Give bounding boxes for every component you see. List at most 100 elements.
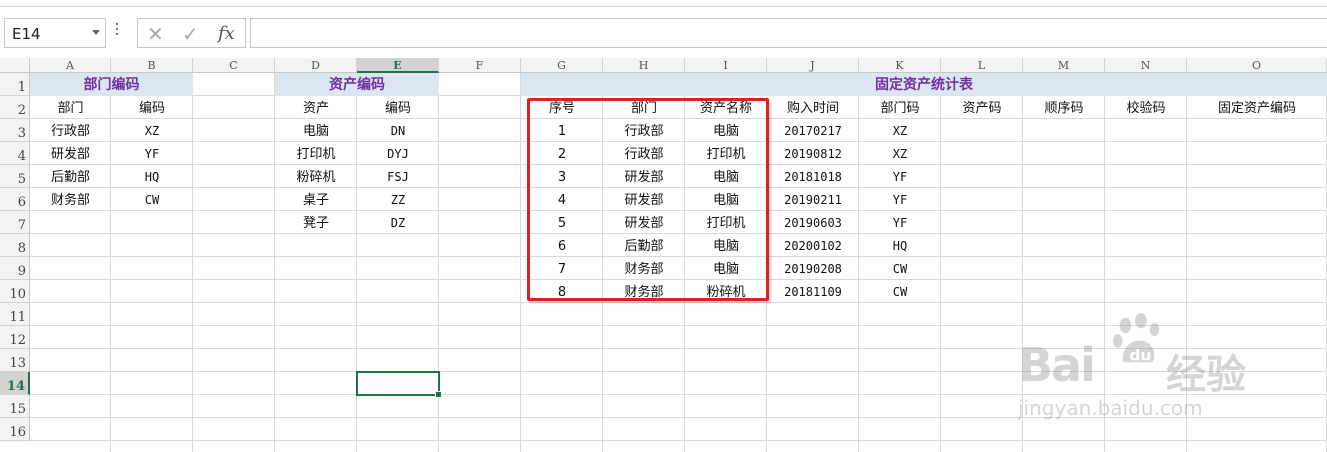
row-header-14[interactable]: 14 xyxy=(0,372,30,395)
asset-table-cell[interactable]: DZ xyxy=(357,211,439,234)
column-header-m[interactable]: M xyxy=(1023,58,1105,73)
stats-table-header[interactable]: 资产码 xyxy=(941,96,1023,119)
column-header-a[interactable]: A xyxy=(30,58,111,73)
watermark-brand-right: 经验 xyxy=(1166,352,1246,398)
asset-table-cell[interactable]: FSJ xyxy=(357,165,439,188)
column-header-b[interactable]: B xyxy=(111,58,193,73)
stats-table-cell[interactable]: XZ xyxy=(859,119,941,142)
row-header-12[interactable]: 12 xyxy=(0,326,30,349)
column-header-l[interactable]: L xyxy=(941,58,1023,73)
cancel-icon[interactable]: ✕ xyxy=(147,22,164,46)
asset-table-cell[interactable]: DYJ xyxy=(357,142,439,165)
paw-logo-icon: du xyxy=(1112,312,1160,364)
asset-table-cell[interactable]: DN xyxy=(357,119,439,142)
dept-table-cell[interactable]: 后勤部 xyxy=(30,165,111,188)
column-header-k[interactable]: K xyxy=(859,58,941,73)
row-header-13[interactable]: 13 xyxy=(0,349,30,372)
row-header-11[interactable]: 11 xyxy=(0,303,30,326)
asset-table-cell[interactable]: ZZ xyxy=(357,188,439,211)
stats-table-header[interactable]: 校验码 xyxy=(1105,96,1187,119)
stats-table-cell[interactable]: 20200102 xyxy=(767,234,859,257)
column-header-h[interactable]: H xyxy=(603,58,685,73)
row-header-9[interactable]: 9 xyxy=(0,257,30,280)
stats-table-cell[interactable]: 20190812 xyxy=(767,142,859,165)
dept-table-cell[interactable]: YF xyxy=(111,142,193,165)
column-header-j[interactable]: J xyxy=(767,58,859,73)
active-cell-selection[interactable] xyxy=(356,371,442,398)
stats-table-cell[interactable]: YF xyxy=(859,211,941,234)
stats-table-cell[interactable]: 20190208 xyxy=(767,257,859,280)
watermark-brand-left: Bai xyxy=(1018,338,1096,392)
row-header-16[interactable]: 16 xyxy=(0,418,30,441)
row-header-7[interactable]: 7 xyxy=(0,211,30,234)
dept-table-cell[interactable]: 研发部 xyxy=(30,142,111,165)
row-header-4[interactable]: 4 xyxy=(0,142,30,165)
asset-table-cell[interactable]: 桌子 xyxy=(275,188,357,211)
column-header-o[interactable]: O xyxy=(1187,58,1327,73)
name-box[interactable]: E14 xyxy=(4,18,106,48)
drag-handle-icon[interactable] xyxy=(116,23,119,39)
svg-text:du: du xyxy=(1129,346,1151,364)
formula-bar: E14 ✕ ✓ fx xyxy=(0,7,1327,55)
formula-input[interactable] xyxy=(250,18,1327,48)
insert-function-icon[interactable]: fx xyxy=(218,23,235,44)
row-header-8[interactable]: 8 xyxy=(0,234,30,257)
stats-table-cell[interactable]: CW xyxy=(859,257,941,280)
stats-table-header[interactable]: 顺序码 xyxy=(1023,96,1105,119)
asset-table-cell[interactable]: 电脑 xyxy=(275,119,357,142)
asset-table-cell[interactable]: 打印机 xyxy=(275,142,357,165)
stats-table-header[interactable]: 部门码 xyxy=(859,96,941,119)
stats-table-header[interactable]: 固定资产编码 xyxy=(1187,96,1327,119)
dept-table-cell[interactable]: CW xyxy=(111,188,193,211)
asset-table-cell[interactable]: 凳子 xyxy=(275,211,357,234)
column-header-c[interactable]: C xyxy=(193,58,275,73)
row-header-5[interactable]: 5 xyxy=(0,165,30,188)
highlight-box xyxy=(527,98,769,301)
check-icon[interactable]: ✓ xyxy=(182,22,199,46)
dept-table-cell[interactable]: HQ xyxy=(111,165,193,188)
column-header-g[interactable]: G xyxy=(521,58,603,73)
fill-handle[interactable] xyxy=(435,391,442,398)
ribbon-bottom-edge xyxy=(0,0,1327,7)
name-box-value: E14 xyxy=(12,25,41,43)
dept-table-cell[interactable]: 财务部 xyxy=(30,188,111,211)
row-header-6[interactable]: 6 xyxy=(0,188,30,211)
select-all-corner[interactable] xyxy=(0,58,30,73)
stats-table-cell[interactable]: HQ xyxy=(859,234,941,257)
column-header-i[interactable]: I xyxy=(685,58,767,73)
dept-table-header[interactable]: 编码 xyxy=(111,96,193,119)
stats-table-cell[interactable]: XZ xyxy=(859,142,941,165)
column-header-n[interactable]: N xyxy=(1105,58,1187,73)
stats-table-title[interactable]: 固定资产统计表 xyxy=(521,73,1327,96)
dept-table-header[interactable]: 部门 xyxy=(30,96,111,119)
row-gridline xyxy=(30,440,1327,441)
stats-table-cell[interactable]: 20190603 xyxy=(767,211,859,234)
chevron-down-icon[interactable] xyxy=(92,30,100,35)
column-header-f[interactable]: F xyxy=(439,58,521,73)
column-header-d[interactable]: D xyxy=(275,58,357,73)
formula-buttons: ✕ ✓ fx xyxy=(137,18,246,48)
stats-table-cell[interactable]: 20190211 xyxy=(767,188,859,211)
dept-table-cell[interactable]: XZ xyxy=(111,119,193,142)
stats-table-cell[interactable]: 20181109 xyxy=(767,280,859,303)
row-header-3[interactable]: 3 xyxy=(0,119,30,142)
stats-table-cell[interactable]: 20181018 xyxy=(767,165,859,188)
stats-table-cell[interactable]: CW xyxy=(859,280,941,303)
row-header-2[interactable]: 2 xyxy=(0,96,30,119)
stats-table-cell[interactable]: YF xyxy=(859,188,941,211)
row-header-15[interactable]: 15 xyxy=(0,395,30,418)
stats-table-header[interactable]: 购入时间 xyxy=(767,96,859,119)
dept-table-cell[interactable]: 行政部 xyxy=(30,119,111,142)
asset-table-header[interactable]: 资产 xyxy=(275,96,357,119)
watermark-url: jingyan.baidu.com xyxy=(1018,396,1203,420)
asset-table-title[interactable]: 资产编码 xyxy=(275,73,439,96)
asset-table-header[interactable]: 编码 xyxy=(357,96,439,119)
row-header-1[interactable]: 1 xyxy=(0,73,30,96)
dept-table-title[interactable]: 部门编码 xyxy=(30,73,193,96)
row-header-10[interactable]: 10 xyxy=(0,280,30,303)
asset-table-cell[interactable]: 粉碎机 xyxy=(275,165,357,188)
stats-table-cell[interactable]: YF xyxy=(859,165,941,188)
column-header-e[interactable]: E xyxy=(357,58,439,73)
baidu-watermark: Bai du 经验 jingyan.baidu.com xyxy=(1018,312,1268,430)
stats-table-cell[interactable]: 20170217 xyxy=(767,119,859,142)
